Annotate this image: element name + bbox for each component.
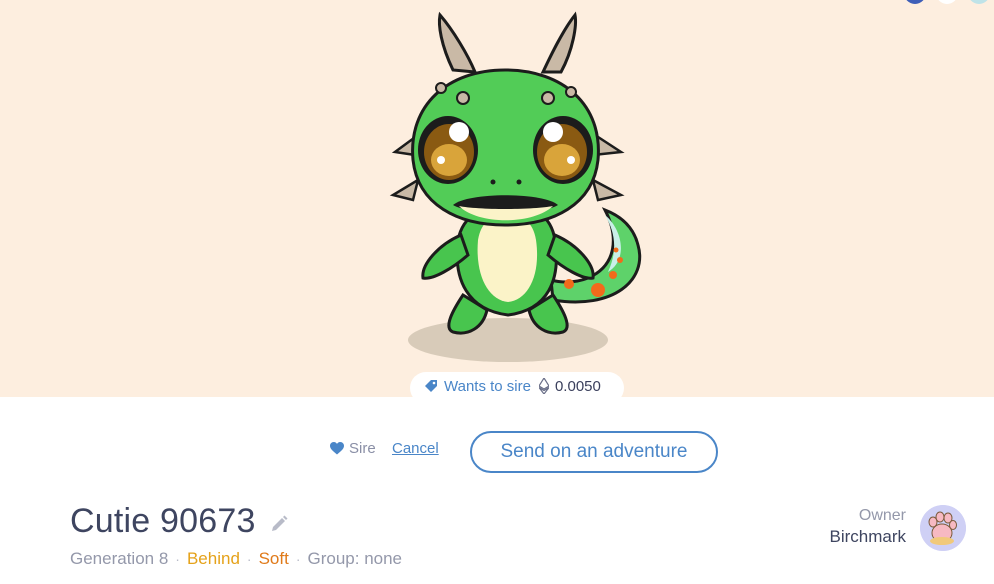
settings-icon[interactable] (968, 0, 990, 4)
pencil-edit-icon[interactable] (270, 515, 288, 533)
listing-label: Wants to sire (444, 378, 531, 395)
owner-label: Owner (858, 507, 906, 524)
generation-label: Generation 8 (70, 549, 169, 568)
owner-info: Owner Birchmark (829, 507, 906, 547)
sire-listing-badge: Wants to sire 0.0050 (410, 372, 624, 404)
sire-label: Sire (349, 440, 376, 457)
separator-dot: · (175, 551, 180, 567)
heart-icon (330, 442, 344, 455)
ethereum-icon (538, 378, 549, 394)
separator-dot: · (295, 551, 301, 567)
owner-name[interactable]: Birchmark (829, 527, 906, 547)
listing-price: 0.0050 (554, 378, 601, 395)
group-label: Group: none (307, 549, 403, 568)
action-bar: Sire Cancel Send on an adventure (0, 431, 994, 473)
cancel-sire-link[interactable]: Cancel (392, 440, 439, 457)
cutie-header: Cutie 90673 (70, 502, 288, 541)
hero-banner (0, 0, 994, 397)
user-menu-icon[interactable] (904, 0, 926, 4)
top-user-icons[interactable] (894, 0, 994, 4)
owner-avatar[interactable] (920, 505, 966, 551)
notification-icon[interactable] (936, 0, 958, 4)
paw-icon (920, 505, 966, 551)
sire-status: Sire (330, 440, 376, 457)
page-title: Cutie 90673 (70, 502, 256, 540)
cutie-dragon-image (389, 11, 642, 362)
separator-dot: · (246, 551, 252, 567)
speed-label[interactable]: Behind (187, 549, 240, 569)
fur-label[interactable]: Soft (259, 549, 289, 569)
send-on-adventure-button[interactable]: Send on an adventure (470, 431, 718, 473)
tag-icon (425, 380, 437, 392)
cutie-attributes: Generation 8 · Behind · Soft · Group: no… (70, 549, 402, 569)
